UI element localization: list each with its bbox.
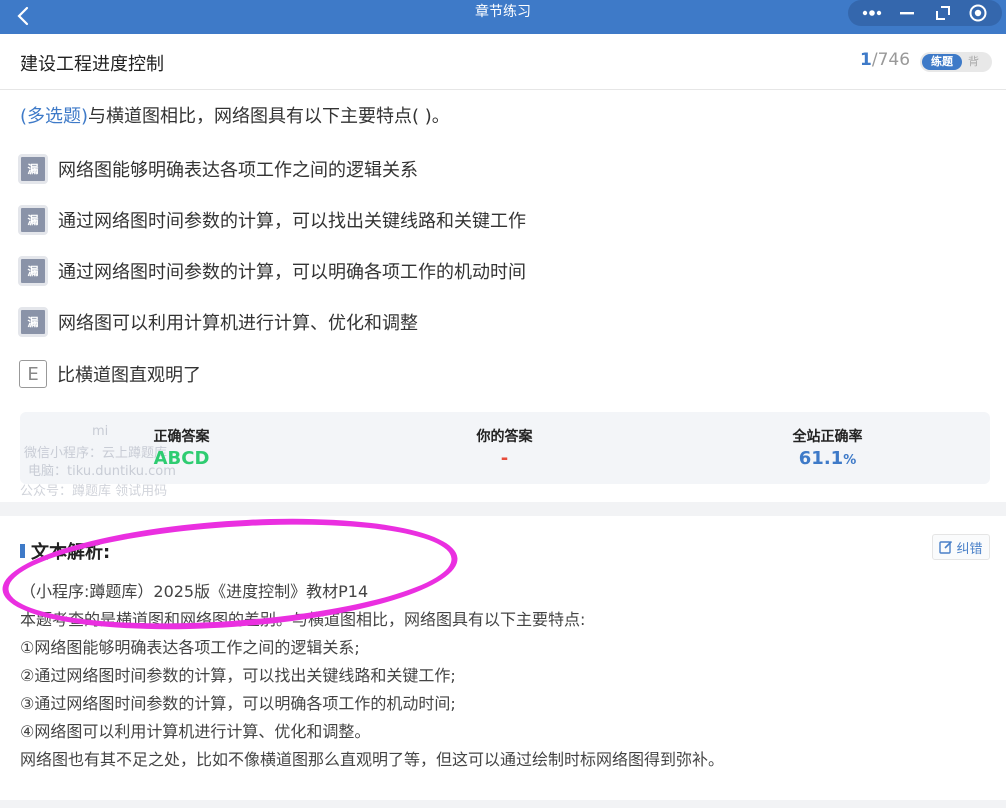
top-bar: 章节练习 bbox=[0, 0, 1006, 34]
option-text: 通过网络图时间参数的计算，可以找出关键线路和关键工作 bbox=[58, 211, 526, 232]
option-a[interactable]: 漏 网络图能够明确表达各项工作之间的逻辑关系 bbox=[18, 152, 418, 186]
title-marker bbox=[20, 544, 25, 558]
edit-icon bbox=[939, 540, 953, 554]
analysis-title-text: 文本解析: bbox=[31, 542, 111, 563]
stat-rate: 全站正确率 61.1% bbox=[666, 412, 989, 484]
missed-icon: 漏 bbox=[18, 307, 48, 337]
target-close-icon bbox=[969, 4, 987, 22]
option-text: 通过网络图时间参数的计算，可以明确各项工作的机动时间 bbox=[58, 262, 526, 283]
analysis-body: （小程序:蹲题库）2025版《进度控制》教材P14 本题考查的是横道图和网络图的… bbox=[20, 578, 990, 774]
option-letter: E bbox=[19, 360, 47, 388]
more-button[interactable] bbox=[857, 1, 887, 25]
analysis-title: 文本解析: bbox=[20, 538, 110, 564]
stat-label: 全站正确率 bbox=[792, 429, 863, 445]
option-d[interactable]: 漏 网络图可以利用计算机进行计算、优化和调整 bbox=[18, 305, 418, 339]
report-error-button[interactable]: 纠错 bbox=[932, 534, 990, 560]
question-area: (多选题)与横道图相比，网络图具有以下主要特点( )。 漏 网络图能够明确表达各… bbox=[0, 90, 1006, 502]
your-answer: - bbox=[500, 448, 509, 469]
analysis-line: ②通过网络图时间参数的计算，可以找出关键线路和关键工作; bbox=[20, 666, 456, 685]
restore-button[interactable] bbox=[928, 1, 958, 25]
question-stem: (多选题)与横道图相比，网络图具有以下主要特点( )。 bbox=[20, 102, 450, 128]
missed-icon: 漏 bbox=[18, 256, 48, 286]
more-dots-icon bbox=[862, 10, 881, 16]
option-c[interactable]: 漏 通过网络图时间参数的计算，可以明确各项工作的机动时间 bbox=[18, 254, 526, 288]
restore-window-icon bbox=[935, 6, 950, 20]
stat-label: 正确答案 bbox=[153, 429, 210, 445]
correct-rate: 61.1% bbox=[666, 448, 989, 469]
option-b[interactable]: 漏 通过网络图时间参数的计算，可以找出关键线路和关键工作 bbox=[18, 203, 526, 237]
chapter-header: 建设工程进度控制 1/746 练题 背 bbox=[0, 34, 1006, 90]
answer-stats: mi 微信小程序：云上蹲题库 电脑：tiku.duntiku.com 公众号：蹲… bbox=[20, 412, 990, 499]
analysis-section: 文本解析: 纠错 （小程序:蹲题库）2025版《进度控制》教材P14 本题考查的… bbox=[0, 516, 1006, 800]
minimize-button[interactable] bbox=[892, 1, 922, 25]
question-progress: 1/746 bbox=[860, 50, 910, 70]
report-label: 纠错 bbox=[956, 541, 983, 557]
rate-number: 61.1 bbox=[798, 448, 844, 469]
question-type: (多选题) bbox=[20, 106, 89, 127]
close-button[interactable] bbox=[963, 1, 993, 25]
analysis-line: （小程序:蹲题库）2025版《进度控制》教材P14 bbox=[20, 582, 369, 601]
analysis-line: ③通过网络图时间参数的计算，可以明确各项工作的机动时间; bbox=[20, 694, 456, 713]
missed-icon: 漏 bbox=[18, 205, 48, 235]
missed-icon: 漏 bbox=[18, 154, 48, 184]
option-text: 网络图可以利用计算机进行计算、优化和调整 bbox=[58, 313, 418, 334]
option-text: 比横道图直观明了 bbox=[57, 365, 201, 386]
chapter-title: 建设工程进度控制 bbox=[20, 54, 164, 75]
minus-icon bbox=[900, 12, 915, 15]
correct-answer: ABCD bbox=[153, 448, 210, 469]
stat-yours: 你的答案 - bbox=[343, 412, 666, 484]
analysis-line: ④网络图可以利用计算机进行计算、优化和调整。 bbox=[20, 722, 371, 741]
progress-total: /746 bbox=[871, 50, 911, 70]
mode-practice[interactable]: 练题 bbox=[922, 54, 962, 70]
mode-toggle[interactable]: 练题 背 bbox=[920, 52, 992, 72]
progress-current: 1 bbox=[860, 50, 872, 70]
rate-unit: % bbox=[843, 453, 857, 468]
capsule-menu bbox=[848, 0, 1002, 26]
stat-label: 你的答案 bbox=[476, 429, 533, 445]
mode-recite[interactable]: 背 bbox=[968, 52, 979, 72]
question-text: 与横道图相比，网络图具有以下主要特点( )。 bbox=[88, 106, 450, 127]
analysis-line: 网络图也有其不足之处，比如不像横道图那么直观明了等，但这可以通过绘制时标网络图得… bbox=[20, 750, 725, 769]
analysis-line: ①网络图能够明确表达各项工作之间的逻辑关系; bbox=[20, 638, 360, 657]
option-e[interactable]: E 比横道图直观明了 bbox=[18, 357, 201, 391]
analysis-line: 本题考查的是横道图和网络图的差别。与横道图相比，网络图具有以下主要特点: bbox=[20, 610, 586, 629]
option-text: 网络图能够明确表达各项工作之间的逻辑关系 bbox=[58, 160, 418, 181]
stat-correct: 正确答案 ABCD bbox=[20, 412, 343, 484]
